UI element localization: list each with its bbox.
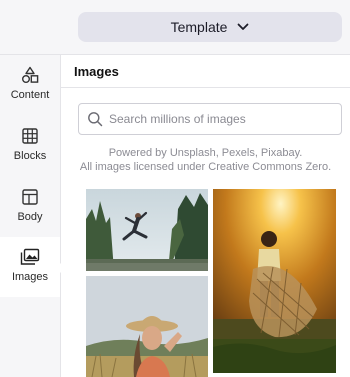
jumping-person-photo [86, 189, 208, 271]
search-icon [88, 112, 103, 127]
images-icon [20, 248, 40, 265]
sidebar-item-label: Body [17, 211, 43, 223]
chevron-down-icon [238, 23, 249, 30]
credit-line-1: Powered by Unsplash, Pexels, Pixabay. [108, 147, 303, 159]
image-thumbnail-child-fishing-sunset[interactable] [213, 189, 336, 373]
top-bar: Template [0, 0, 350, 55]
template-dropdown-button[interactable]: Template [78, 12, 342, 42]
sidebar-item-body[interactable]: Body [0, 177, 60, 237]
image-thumbnail-jumping-person[interactable] [86, 189, 208, 271]
active-indicator [59, 262, 65, 274]
sidebar-item-blocks[interactable]: Blocks [0, 116, 60, 176]
blocks-grid-icon [22, 128, 38, 144]
sidebar-item-label: Images [11, 271, 49, 283]
layout-icon [22, 189, 38, 205]
image-search-field[interactable] [78, 103, 342, 135]
woman-with-hat-photo [86, 276, 208, 377]
sidebar-item-label: Blocks [13, 150, 47, 162]
template-label: Template [170, 19, 228, 35]
sidebar-item-label: Content [10, 89, 50, 101]
sidebar-item-content[interactable]: Content [0, 55, 60, 115]
sidebar-item-images[interactable]: Images [0, 237, 60, 297]
image-thumbnail-woman-with-hat[interactable] [86, 276, 208, 377]
child-fishing-photo [213, 189, 336, 373]
sidebar: Content Blocks Body Images [0, 55, 61, 377]
panel-header: Images [61, 55, 350, 88]
credit-line-2: All images licensed under Creative Commo… [79, 161, 332, 173]
shapes-icon [22, 66, 39, 83]
page-title: Images [74, 64, 119, 79]
search-input[interactable] [109, 104, 337, 134]
